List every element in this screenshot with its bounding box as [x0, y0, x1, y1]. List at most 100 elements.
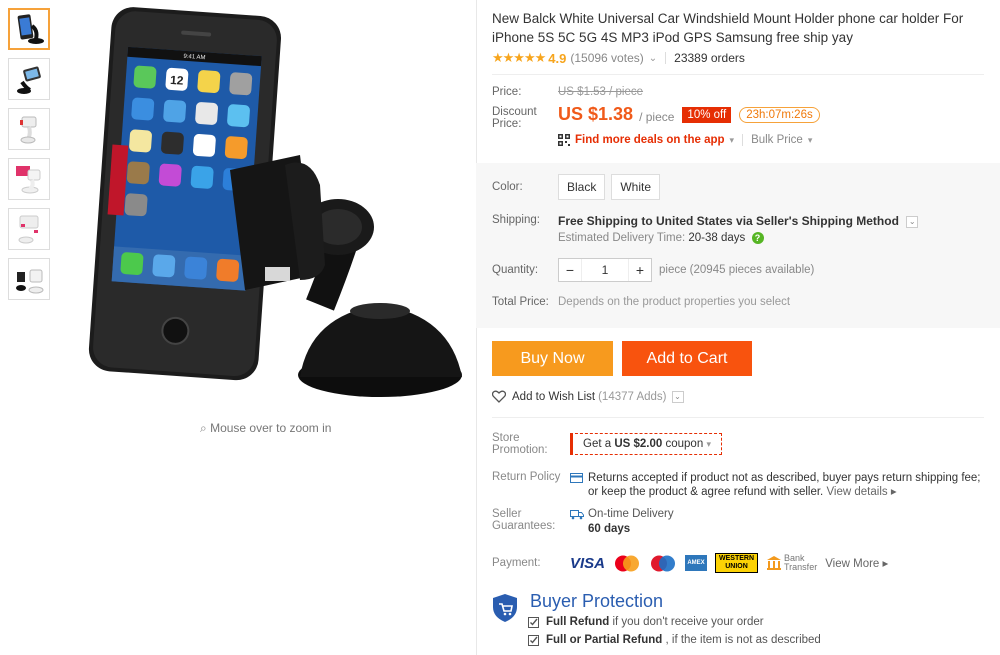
original-price-row: Price: US $1.53 / piece — [492, 86, 643, 98]
total-price-value: Depends on the product properties you se… — [558, 296, 791, 308]
return-policy-icon — [570, 473, 583, 483]
thumbnail-1[interactable] — [8, 8, 50, 50]
coupon-button[interactable]: Get a US $2.00 coupon ▾ — [570, 433, 722, 455]
return-policy-description: Returns accepted if product not as descr… — [588, 472, 981, 498]
color-option-black[interactable]: Black — [558, 174, 606, 200]
wish-list-row: Add to Wish List (14377 Adds) ⌄ — [492, 390, 684, 403]
main-product-image[interactable]: 9:41 AM 12 — [70, 5, 470, 415]
chevron-down-icon[interactable]: ⌄ — [906, 215, 919, 228]
western-union-line1: WESTERN — [719, 555, 755, 562]
car-phone-holder-image: 9:41 AM 12 — [88, 7, 462, 397]
caret-down-icon[interactable]: ▾ — [808, 135, 813, 146]
chevron-down-icon[interactable]: ⌄ — [671, 390, 684, 403]
return-policy-row: Return Policy Returns accepted if produc… — [492, 471, 983, 499]
quantity-increase-button[interactable]: + — [629, 259, 651, 281]
on-time-delivery-text: On-time Delivery — [588, 508, 674, 520]
coupon-suffix: coupon — [665, 438, 704, 450]
buyer-protection-title: Buyer Protection — [530, 591, 664, 611]
quantity-row: Quantity: − 1 + piece (20945 pieces avai… — [492, 258, 814, 282]
on-time-delivery: On-time Delivery — [570, 508, 674, 520]
product-thumbnail-icon — [16, 269, 44, 294]
color-label: Color: — [492, 181, 523, 193]
shipping-method[interactable]: Free Shipping to United States via Selle… — [558, 214, 919, 228]
product-thumbnail-icon — [20, 116, 37, 144]
divider — [492, 74, 984, 75]
price-unit: / piece — [639, 110, 675, 124]
thumbnail-gallery — [8, 8, 50, 308]
full-refund-line: Full Refund if you don't receive your or… — [528, 616, 764, 628]
thumbnail-6[interactable] — [8, 258, 50, 300]
order-count: 23389 orders — [674, 51, 745, 65]
thumbnail-2[interactable] — [8, 58, 50, 100]
coupon-prefix: Get a — [583, 438, 612, 450]
checkbox-icon — [528, 634, 539, 646]
total-price-label: Total Price: — [492, 296, 549, 308]
estimated-delivery-days: 20-38 days — [688, 232, 746, 244]
color-option-white[interactable]: White — [611, 174, 661, 200]
help-icon[interactable]: ? — [751, 232, 764, 244]
shipping-row: Shipping: Free Shipping to United States… — [492, 214, 919, 244]
phone-calendar-date: 12 — [170, 73, 185, 88]
zoom-hint-text: Mouse over to zoom in — [210, 421, 332, 435]
shield-icon — [493, 594, 517, 622]
add-to-wish-list-link[interactable]: Add to Wish List — [512, 391, 595, 403]
coupon-amount: US $2.00 — [614, 438, 663, 450]
delivery-truck-icon — [570, 509, 584, 519]
quantity-input[interactable]: 1 — [581, 259, 629, 281]
amex-logo: AMEX — [685, 555, 708, 571]
seller-guarantees-label: Seller Guarantees: — [492, 508, 556, 532]
bank-transfer-logo: Bank Transfer — [766, 554, 817, 572]
western-union-logo: WESTERN UNION — [715, 553, 759, 573]
total-price-row: Total Price: Depends on the product prop… — [492, 296, 790, 308]
payment-row: Payment: VISA AMEX WESTERN UNION Bank Tra… — [492, 553, 896, 573]
price-label: Price: — [492, 86, 522, 98]
original-price: US $1.53 / piece — [558, 86, 644, 98]
separator — [742, 134, 744, 146]
product-thumbnail-icon — [17, 66, 41, 94]
caret-down-icon: ▾ — [706, 439, 711, 449]
view-more-payments-link[interactable]: View More ▸ — [825, 556, 888, 570]
app-deals-link[interactable]: Find more deals on the app — [575, 134, 725, 146]
partial-refund-line: Full or Partial Refund , if the item is … — [528, 634, 821, 646]
payment-methods: VISA AMEX WESTERN UNION BankTransfer Vi — [570, 553, 896, 573]
rating-votes[interactable]: (15096 votes) — [570, 51, 643, 65]
buy-now-button[interactable]: Buy Now — [492, 341, 613, 376]
caret-down-icon[interactable]: ▾ — [730, 135, 735, 146]
full-refund-bold: Full Refund — [546, 616, 610, 628]
product-thumbnail-icon — [17, 14, 44, 44]
maestro-logo — [651, 555, 676, 571]
view-details-link[interactable]: View details ▸ — [826, 486, 896, 498]
quantity-decrease-button[interactable]: − — [559, 259, 581, 281]
partial-refund-bold: Full or Partial Refund — [546, 634, 663, 646]
quantity-stepper: − 1 + — [558, 258, 652, 282]
bulk-price-link[interactable]: Bulk Price — [751, 134, 803, 146]
store-promotion-row: Store Promotion: Get a US $2.00 coupon ▾ — [492, 432, 722, 456]
shipping-method-text: Free Shipping to United States via Selle… — [558, 214, 899, 228]
thumbnail-5[interactable] — [8, 208, 50, 250]
partial-refund-text: , if the item is not as described — [665, 634, 821, 646]
return-policy-label: Return Policy — [492, 471, 561, 483]
discount-badge: 10% off — [682, 107, 732, 123]
western-union-line2: UNION — [725, 563, 748, 570]
bank-transfer-line2: Transfer — [784, 562, 818, 572]
product-thumbnail-icon — [16, 166, 41, 194]
app-deals-row: Find more deals on the app ▾ Bulk Price … — [558, 134, 812, 146]
thumbnail-3[interactable] — [8, 108, 50, 150]
countdown-timer: 23h:07m:26s — [739, 107, 820, 123]
checkbox-icon — [528, 616, 539, 628]
on-time-delivery-days: 60 days — [588, 523, 631, 535]
store-promotion-label: Store Promotion: — [492, 432, 548, 456]
product-thumbnail-icon — [18, 215, 39, 244]
full-refund-text: if you don't receive your order — [612, 616, 764, 628]
mastercard-logo — [615, 555, 640, 571]
heart-icon[interactable] — [492, 390, 506, 403]
bank-icon — [767, 556, 782, 570]
view-details-text: View details — [826, 486, 888, 498]
thumbnail-4[interactable] — [8, 158, 50, 200]
rating-score: 4.9 — [548, 50, 567, 66]
payment-label: Payment: — [492, 557, 541, 569]
discount-price: US $1.38 — [558, 104, 634, 124]
quantity-label: Quantity: — [492, 264, 539, 276]
chevron-down-icon[interactable]: ⌄ — [649, 53, 657, 64]
add-to-cart-button[interactable]: Add to Cart — [622, 341, 752, 376]
